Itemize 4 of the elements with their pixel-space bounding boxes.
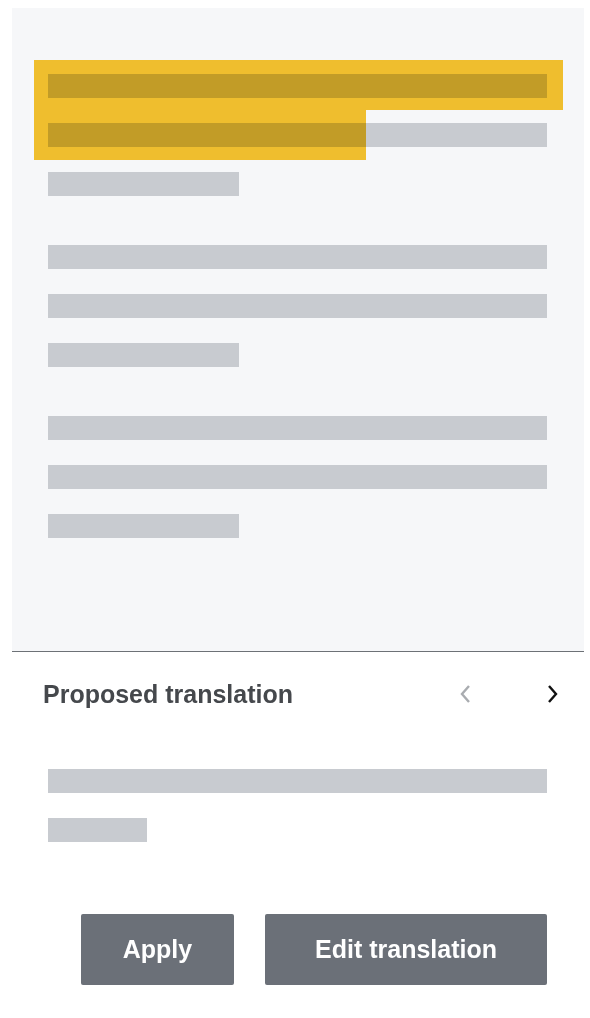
- edit-button[interactable]: Edit translation: [265, 914, 547, 985]
- section-title: Proposed translation: [43, 679, 294, 709]
- chevron-right-icon[interactable]: [547, 684, 559, 704]
- apply-button[interactable]: Apply: [81, 914, 234, 985]
